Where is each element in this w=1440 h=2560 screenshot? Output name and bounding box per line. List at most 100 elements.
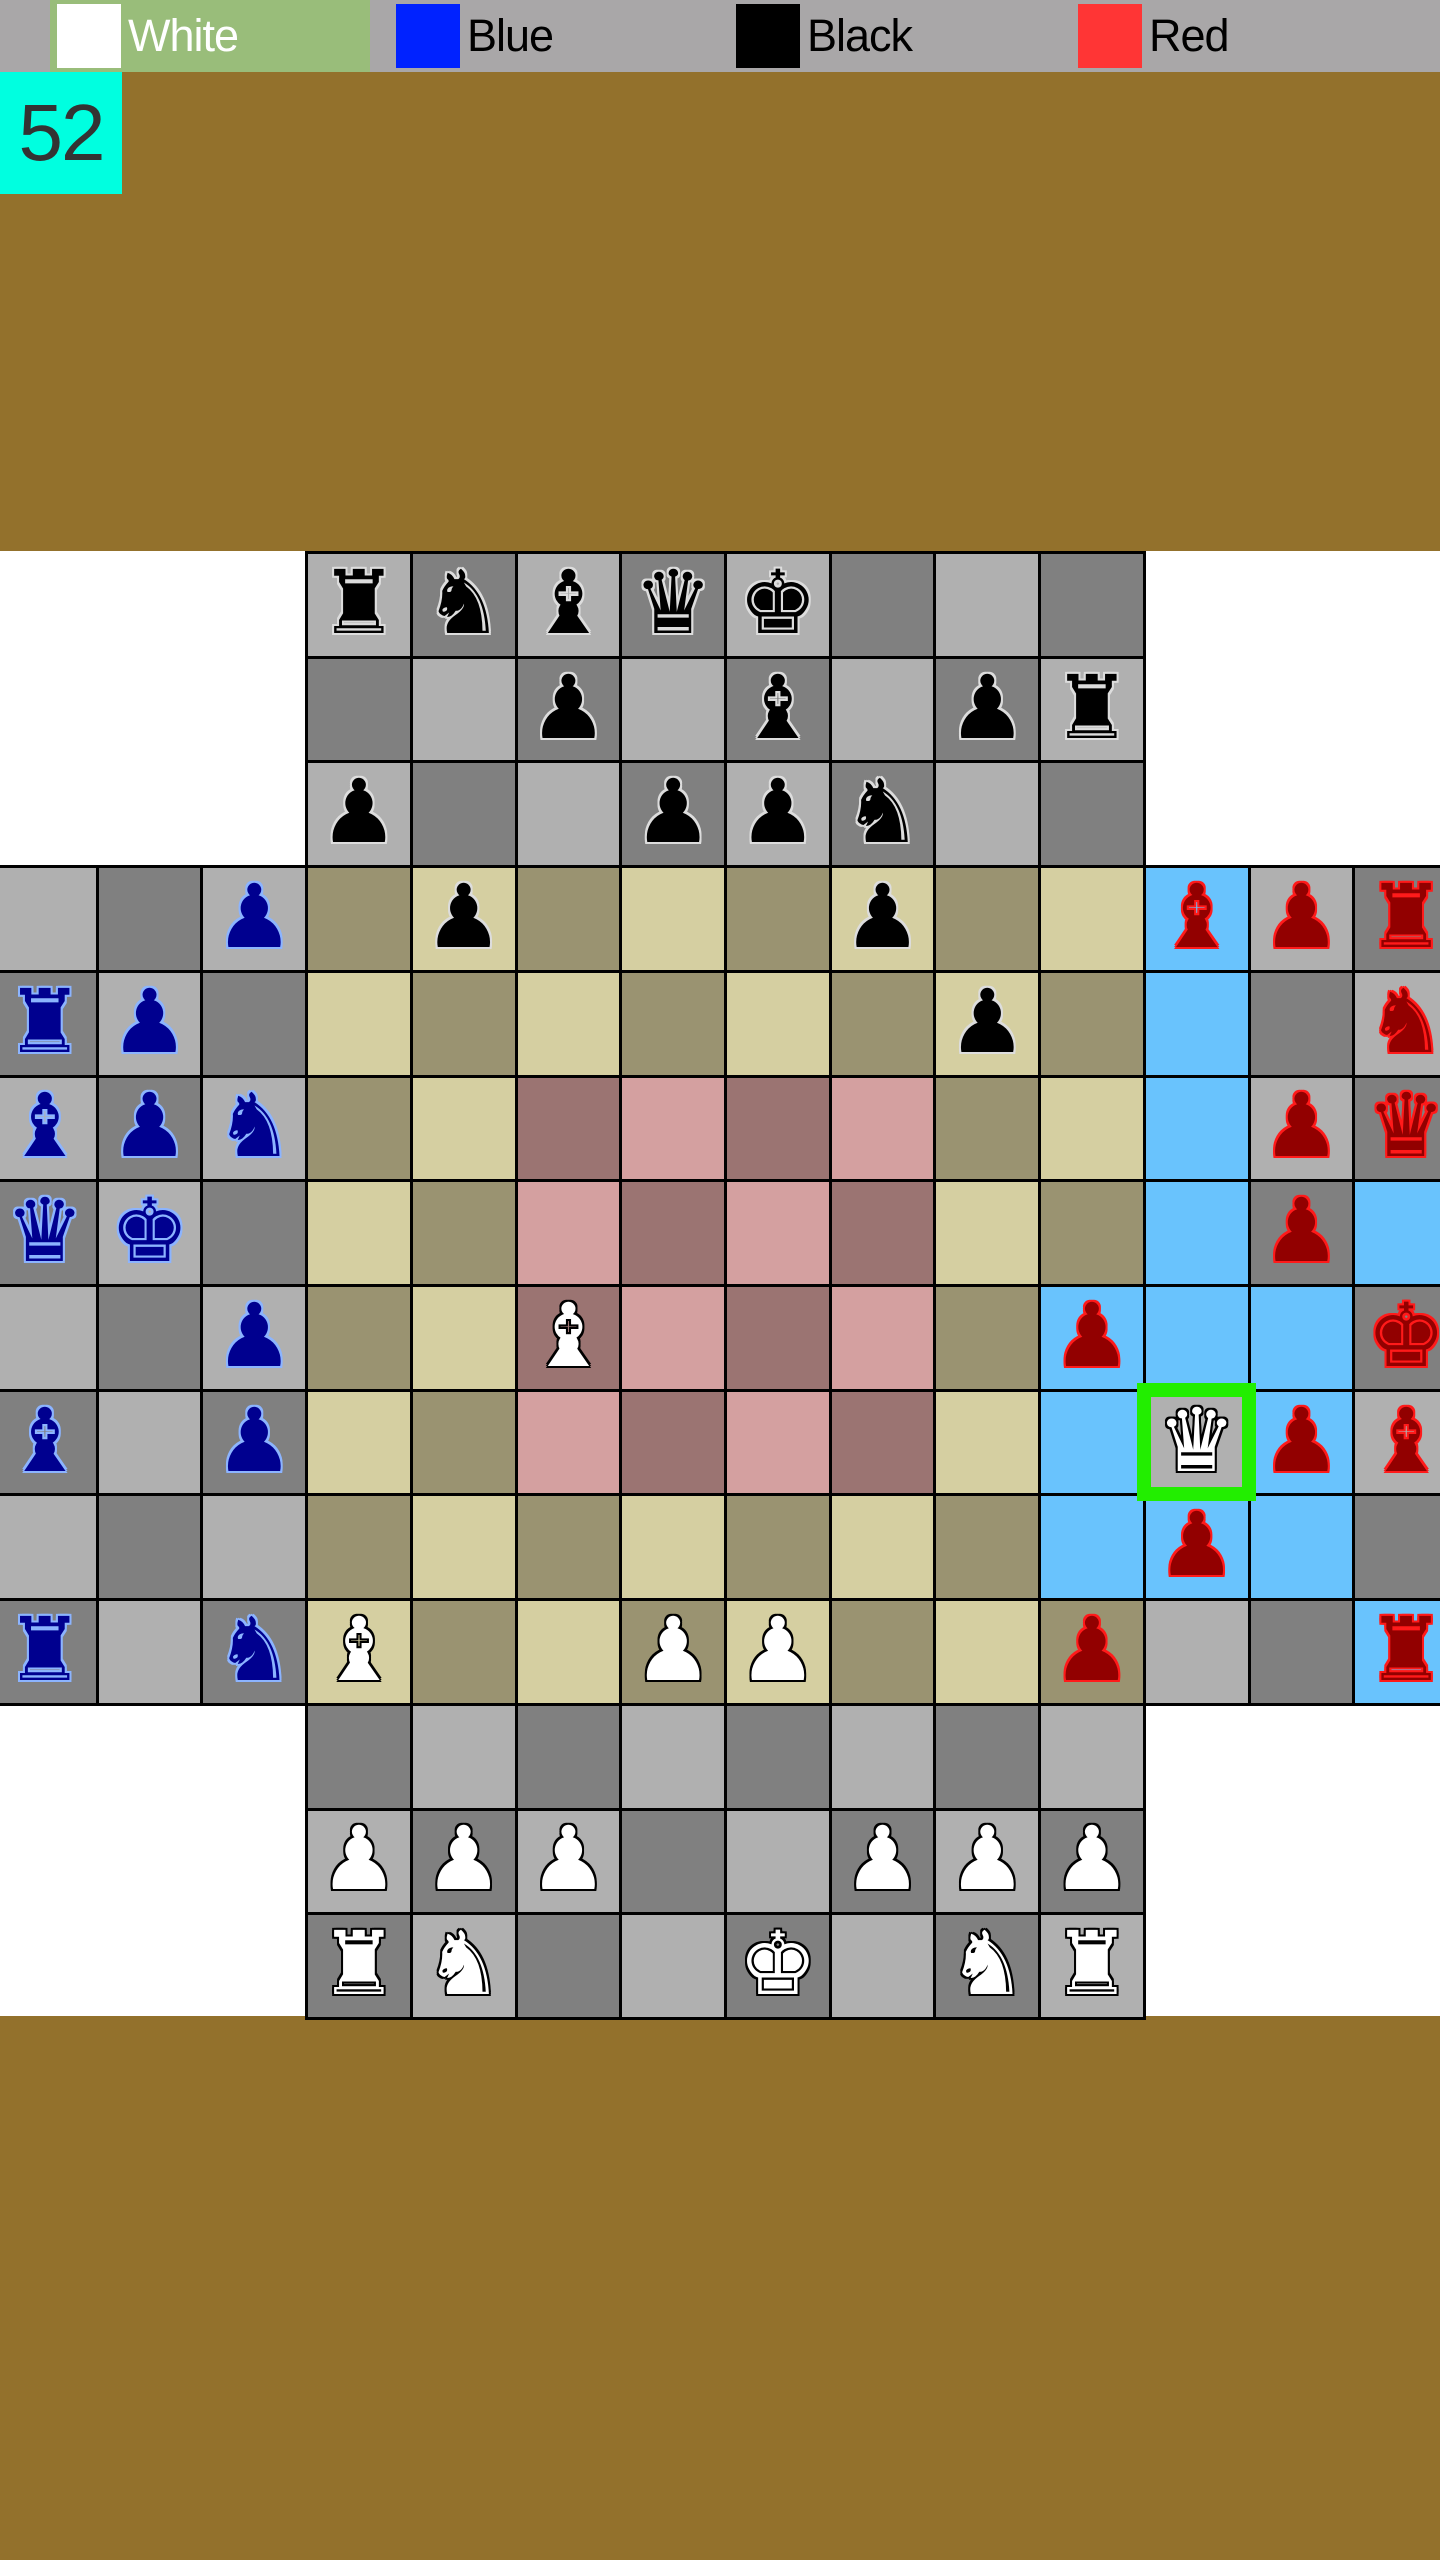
white-rook-icon[interactable]: ♜ (1053, 1920, 1132, 2008)
red-bishop-icon[interactable]: ♝ (1157, 872, 1236, 961)
board-square-r9-c13[interactable] (1352, 1493, 1440, 1602)
board-square-r3-c0[interactable] (0, 865, 99, 973)
red-pawn-icon[interactable]: ♟ (1053, 1605, 1132, 1694)
board-square-r3-c1[interactable] (95, 865, 204, 973)
board-square-r5-c7[interactable] (724, 1074, 832, 1183)
board-square-r6-c5[interactable] (514, 1179, 623, 1287)
board-square-r12-c6[interactable] (619, 1807, 727, 1916)
board-square-r13-c6[interactable] (619, 1912, 727, 2020)
board-square-r11-c3[interactable] (305, 1702, 413, 1811)
board-square-r4-c1[interactable]: ♟ (95, 969, 204, 1078)
board-square-r12-c9[interactable]: ♟ (933, 1807, 1042, 1916)
board-square-r13-c5[interactable] (514, 1912, 623, 2020)
white-rook-icon[interactable]: ♜ (320, 1920, 399, 2008)
board-square-r8-c3[interactable] (305, 1388, 413, 1497)
board-square-r9-c7[interactable] (724, 1493, 832, 1602)
black-bishop-icon[interactable]: ♝ (529, 558, 608, 647)
board-square-r6-c6[interactable] (619, 1179, 727, 1287)
board-square-r4-c11[interactable] (1142, 969, 1251, 1078)
board-square-r8-c7[interactable] (724, 1388, 832, 1497)
board-square-r9-c2[interactable] (200, 1493, 309, 1602)
board-square-r1-c4[interactable] (409, 655, 518, 764)
board-square-r5-c10[interactable] (1038, 1074, 1146, 1183)
white-knight-icon[interactable]: ♞ (948, 1920, 1027, 2008)
board-square-r11-c7[interactable] (724, 1702, 832, 1811)
board-square-r5-c3[interactable] (305, 1074, 413, 1183)
board-square-r10-c8[interactable] (828, 1598, 937, 1706)
board-square-r10-c2[interactable]: ♞ (200, 1598, 309, 1706)
board-square-r8-c8[interactable] (828, 1388, 937, 1497)
board-square-r1-c3[interactable] (305, 655, 413, 764)
blue-pawn-icon[interactable]: ♟ (215, 872, 294, 961)
board-square-r8-c1[interactable] (95, 1388, 204, 1497)
board-square-r3-c2[interactable]: ♟ (200, 865, 309, 973)
white-bishop-icon[interactable]: ♝ (529, 1291, 608, 1380)
blue-king-icon[interactable]: ♚ (110, 1187, 189, 1275)
board-square-r1-c10[interactable]: ♜ (1038, 655, 1146, 764)
board-square-r2-c10[interactable] (1038, 760, 1146, 869)
board-square-r6-c2[interactable] (200, 1179, 309, 1287)
board-square-r4-c9[interactable]: ♟ (933, 969, 1042, 1078)
board-square-r8-c12[interactable]: ♟ (1247, 1388, 1356, 1497)
red-bishop-icon[interactable]: ♝ (1367, 1396, 1440, 1485)
board-square-r10-c4[interactable] (409, 1598, 518, 1706)
board-square-r8-c4[interactable] (409, 1388, 518, 1497)
board-square-r3-c13[interactable]: ♜ (1352, 865, 1440, 973)
board-square-r10-c10[interactable]: ♟ (1038, 1598, 1146, 1706)
board-square-r5-c2[interactable]: ♞ (200, 1074, 309, 1183)
board-square-r1-c8[interactable] (828, 655, 937, 764)
blue-bishop-icon[interactable]: ♝ (5, 1082, 84, 1170)
board-square-r9-c0[interactable] (0, 1493, 99, 1602)
board-square-r10-c3[interactable]: ♝ (305, 1598, 413, 1706)
board-square-r5-c0[interactable]: ♝ (0, 1074, 99, 1183)
board-square-r2-c5[interactable] (514, 760, 623, 869)
board-square-r2-c6[interactable]: ♟ (619, 760, 727, 869)
red-rook-icon[interactable]: ♜ (1367, 1605, 1440, 1694)
black-knight-icon[interactable]: ♞ (843, 768, 922, 856)
board-square-r7-c2[interactable]: ♟ (200, 1284, 309, 1392)
board-square-r5-c5[interactable] (514, 1074, 623, 1183)
blue-queen-icon[interactable]: ♛ (5, 1187, 84, 1275)
board-square-r11-c4[interactable] (409, 1702, 518, 1811)
board-square-r9-c11[interactable]: ♟ (1142, 1493, 1251, 1602)
blue-pawn-icon[interactable]: ♟ (215, 1396, 294, 1485)
red-rook-icon[interactable]: ♜ (1367, 872, 1440, 961)
board-square-r3-c11[interactable]: ♝ (1142, 865, 1251, 973)
black-pawn-icon[interactable]: ♟ (529, 663, 608, 752)
board-square-r5-c13[interactable]: ♛ (1352, 1074, 1440, 1183)
board-square-r7-c11[interactable] (1142, 1284, 1251, 1392)
black-bishop-icon[interactable]: ♝ (738, 663, 817, 752)
black-pawn-icon[interactable]: ♟ (948, 977, 1027, 1066)
board-square-r6-c10[interactable] (1038, 1179, 1146, 1287)
board-square-r3-c3[interactable] (305, 865, 413, 973)
board-square-r7-c12[interactable] (1247, 1284, 1356, 1392)
board-square-r1-c7[interactable]: ♝ (724, 655, 832, 764)
board-square-r2-c3[interactable]: ♟ (305, 760, 413, 869)
board-square-r13-c8[interactable] (828, 1912, 937, 2020)
red-knight-icon[interactable]: ♞ (1367, 977, 1440, 1066)
board-square-r9-c9[interactable] (933, 1493, 1042, 1602)
black-rook-icon[interactable]: ♜ (1053, 663, 1132, 752)
board-square-r12-c5[interactable]: ♟ (514, 1807, 623, 1916)
board-square-r5-c1[interactable]: ♟ (95, 1074, 204, 1183)
board-square-r10-c7[interactable]: ♟ (724, 1598, 832, 1706)
board-square-r6-c13[interactable] (1352, 1179, 1440, 1287)
board-square-r6-c7[interactable] (724, 1179, 832, 1287)
board-square-r10-c1[interactable] (95, 1598, 204, 1706)
board-square-r4-c10[interactable] (1038, 969, 1146, 1078)
board-square-r11-c10[interactable] (1038, 1702, 1146, 1811)
board-square-r4-c12[interactable] (1247, 969, 1356, 1078)
board-square-r0-c4[interactable]: ♞ (409, 551, 518, 659)
board-square-r7-c13[interactable]: ♚ (1352, 1284, 1440, 1392)
red-pawn-icon[interactable]: ♟ (1157, 1501, 1236, 1589)
board-square-r9-c4[interactable] (409, 1493, 518, 1602)
white-pawn-icon[interactable]: ♟ (843, 1815, 922, 1903)
board-square-r5-c6[interactable] (619, 1074, 727, 1183)
white-queen-icon[interactable]: ♛ (1157, 1396, 1236, 1485)
white-king-icon[interactable]: ♚ (738, 1920, 817, 2008)
board-square-r7-c9[interactable] (933, 1284, 1042, 1392)
red-king-icon[interactable]: ♚ (1367, 1291, 1440, 1380)
red-pawn-icon[interactable]: ♟ (1262, 1396, 1341, 1485)
black-pawn-icon[interactable]: ♟ (738, 768, 817, 856)
black-pawn-icon[interactable]: ♟ (843, 872, 922, 961)
